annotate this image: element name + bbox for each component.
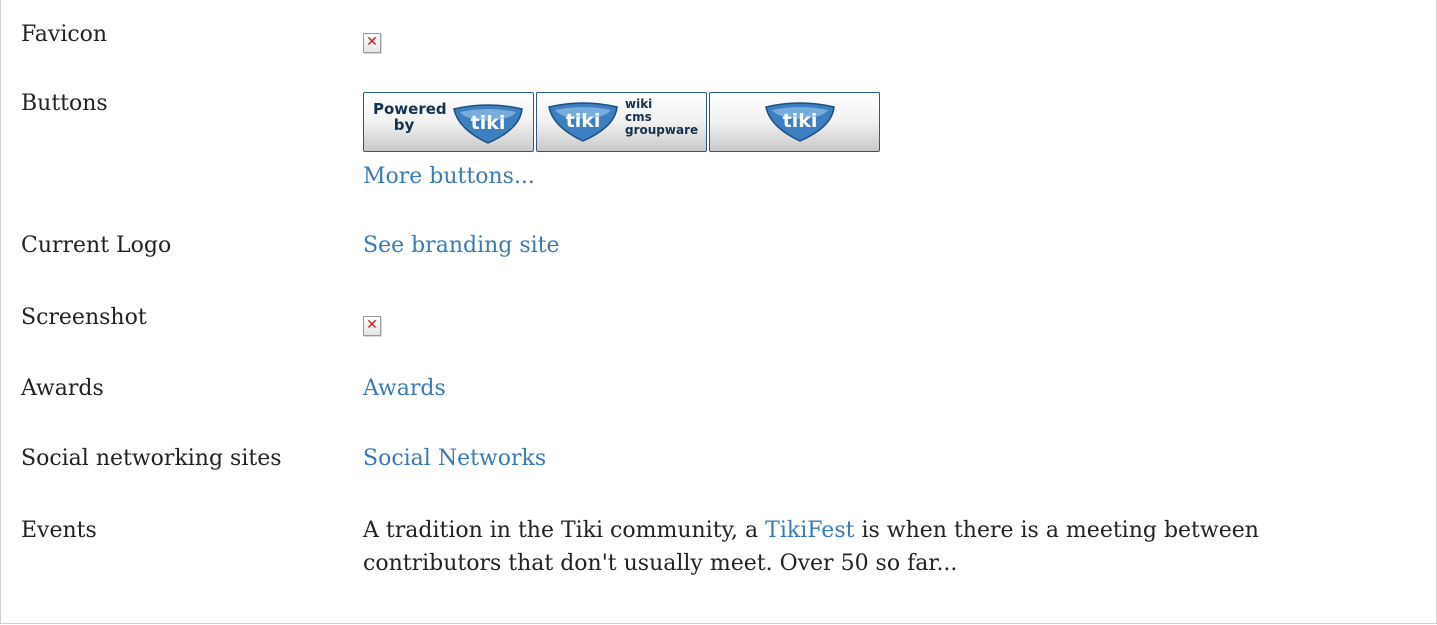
- row-value: See branding site: [363, 229, 1363, 301]
- row-screenshot: Screenshot ✕: [21, 301, 1363, 372]
- badge-line: groupware: [625, 123, 699, 137]
- row-value: ✕: [363, 301, 1363, 372]
- content-frame: Favicon ✕ Buttons Powered by tiki tiki w…: [0, 0, 1437, 624]
- row-buttons: Buttons Powered by tiki tiki wiki cms gr…: [21, 87, 1363, 229]
- branding-site-link[interactable]: See branding site: [363, 233, 560, 258]
- svg-text:tiki: tiki: [783, 110, 818, 132]
- row-favicon: Favicon ✕: [21, 18, 1363, 87]
- social-networks-link[interactable]: Social Networks: [363, 446, 546, 471]
- row-value: Awards: [363, 372, 1363, 442]
- events-text-before: A tradition in the Tiki community, a: [363, 518, 766, 543]
- badge-tiki-plain[interactable]: tiki: [709, 92, 880, 152]
- row-label: Screenshot: [21, 305, 147, 330]
- tikifest-link[interactable]: TikiFest: [765, 518, 854, 543]
- row-label: Buttons: [21, 91, 108, 116]
- badge-line: cms: [625, 110, 652, 124]
- tiki-logo-icon: tiki: [765, 102, 835, 142]
- row-social-networking: Social networking sites Social Networks: [21, 442, 1363, 514]
- tiki-logo-icon: tiki: [548, 102, 618, 142]
- row-value: ✕: [363, 18, 1363, 87]
- row-label: Awards: [21, 376, 104, 401]
- row-label: Social networking sites: [21, 446, 282, 471]
- badge-powered-by-tiki[interactable]: Powered by tiki: [363, 92, 534, 152]
- tiki-logo-icon: tiki: [453, 104, 523, 144]
- row-events: Events A tradition in the Tiki community…: [21, 514, 1363, 580]
- info-table: Favicon ✕ Buttons Powered by tiki tiki w…: [21, 18, 1363, 580]
- broken-image-icon: ✕: [363, 33, 381, 53]
- row-value: A tradition in the Tiki community, a Tik…: [363, 514, 1363, 580]
- badge-tiki-wiki-cms-groupware[interactable]: tiki wiki cms groupware: [536, 92, 707, 152]
- more-buttons-link[interactable]: More buttons...: [363, 164, 535, 189]
- row-value: Social Networks: [363, 442, 1363, 514]
- row-label: Events: [21, 518, 97, 543]
- badge-list: Powered by tiki tiki wiki cms groupware …: [363, 92, 1363, 154]
- row-awards: Awards Awards: [21, 372, 1363, 442]
- badge-text: Powered by: [373, 101, 447, 134]
- row-label: Favicon: [21, 22, 108, 47]
- row-value: Powered by tiki tiki wiki cms groupware …: [363, 87, 1363, 229]
- badge-text: wiki cms groupware: [625, 98, 698, 137]
- svg-text:tiki: tiki: [566, 110, 601, 132]
- row-label: Current Logo: [21, 233, 172, 258]
- badge-line: wiki: [625, 97, 653, 111]
- svg-text:tiki: tiki: [471, 112, 506, 134]
- badge-line: by: [393, 116, 415, 134]
- awards-link[interactable]: Awards: [363, 376, 446, 401]
- broken-image-icon: ✕: [363, 316, 381, 336]
- row-current-logo: Current Logo See branding site: [21, 229, 1363, 301]
